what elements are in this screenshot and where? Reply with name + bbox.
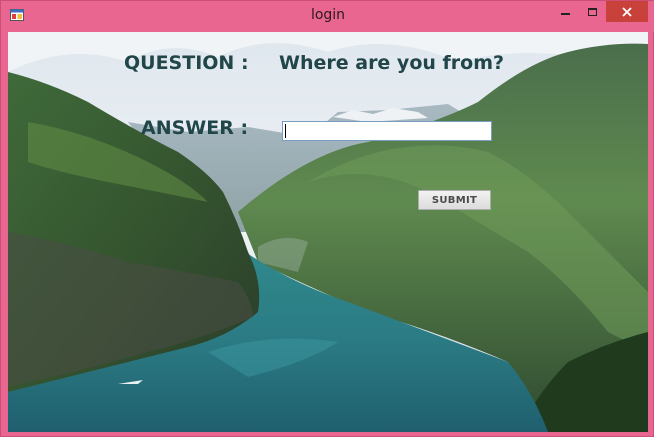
maximize-icon <box>588 7 597 16</box>
text-caret <box>285 124 286 138</box>
close-button[interactable] <box>606 1 648 22</box>
close-icon <box>622 6 632 17</box>
client-area: QUESTION : Where are you from? ANSWER : … <box>8 32 648 432</box>
question-text: Where are you from? <box>279 52 505 74</box>
minimize-icon <box>561 12 570 15</box>
maximize-button[interactable] <box>579 1 606 22</box>
answer-label: ANSWER : <box>141 117 249 139</box>
background-image <box>8 32 648 432</box>
title-bar[interactable]: login <box>1 1 654 32</box>
minimize-button[interactable] <box>552 1 579 22</box>
login-window: login QUESTION: Where are you from? ANS… <box>0 0 654 437</box>
answer-input[interactable] <box>282 121 492 141</box>
submit-button[interactable]: SUBMIT <box>418 190 491 210</box>
question-label: QUESTION : <box>124 52 249 74</box>
